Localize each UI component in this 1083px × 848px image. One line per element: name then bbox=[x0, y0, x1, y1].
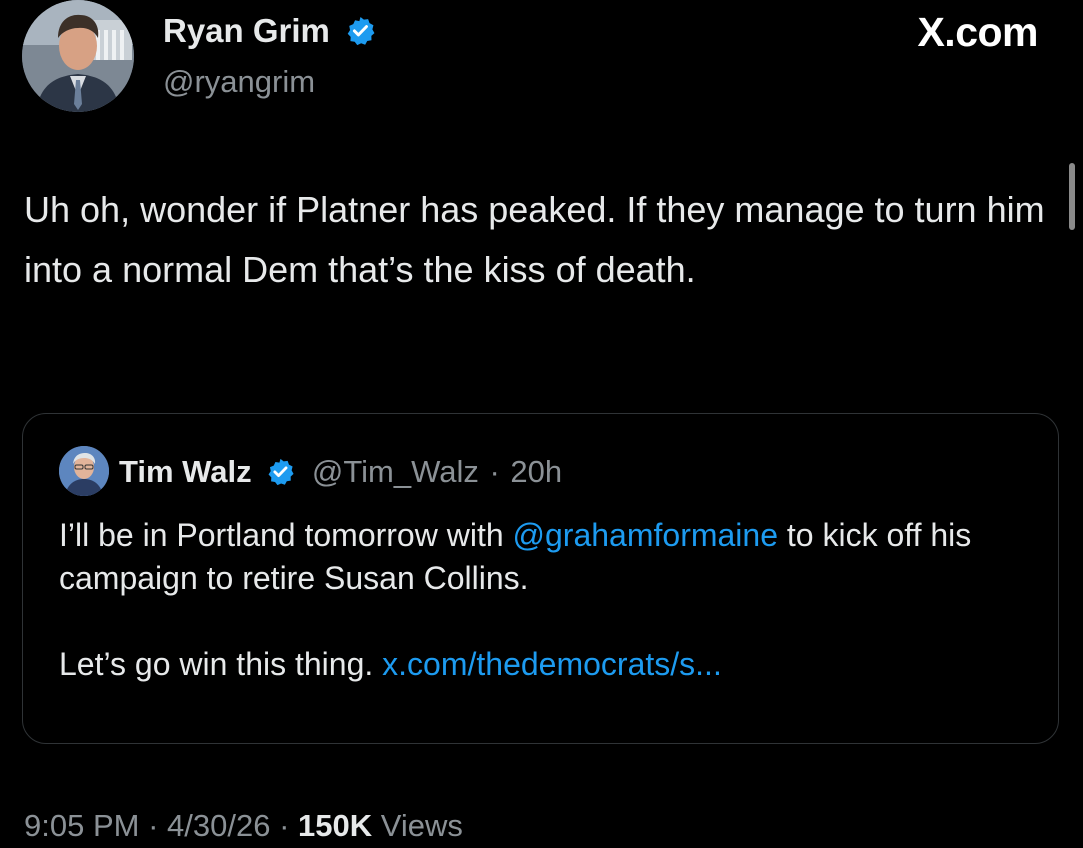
scrollbar-thumb[interactable] bbox=[1069, 163, 1075, 230]
quoted-text-part-3: Let’s go win this thing. bbox=[59, 646, 383, 682]
views-count: 150K bbox=[298, 808, 373, 843]
footer-separator: · bbox=[148, 808, 159, 843]
url-link[interactable]: x.com/thedemocrats/s... bbox=[382, 646, 722, 682]
tweet-footer: 9:05 PM · 4/30/26 · 150K Views bbox=[24, 808, 463, 844]
tweet-time[interactable]: 9:05 PM bbox=[24, 808, 139, 843]
quoted-verified-badge-icon bbox=[266, 457, 295, 494]
quoted-text-part-1: I’ll be in Portland tomorrow with bbox=[59, 517, 513, 553]
mention-link[interactable]: @grahamformaine bbox=[513, 517, 778, 553]
author-name-text[interactable]: Ryan Grim bbox=[163, 12, 330, 49]
quoted-author-photo-icon bbox=[59, 446, 109, 496]
tweet-date[interactable]: 4/30/26 bbox=[167, 808, 270, 843]
quoted-tweet-paragraph-2: Let’s go win this thing. x.com/thedemocr… bbox=[59, 643, 1039, 686]
quoted-tweet-body: I’ll be in Portland tomorrow with @graha… bbox=[59, 514, 1039, 686]
brand-watermark: X.com bbox=[917, 9, 1038, 55]
verified-badge-icon bbox=[345, 15, 376, 54]
quoted-meta-separator: · bbox=[489, 454, 500, 489]
author-photo-icon bbox=[22, 0, 134, 112]
views-label: Views bbox=[380, 808, 463, 843]
quoted-tweet-time[interactable]: 20h bbox=[510, 454, 562, 489]
quoted-tweet-card[interactable]: Tim Walz @Tim_Walz · 20h I’ll be in Port… bbox=[22, 413, 1059, 744]
author-name[interactable]: Ryan Grim bbox=[163, 12, 376, 54]
tweet-header: Ryan Grim @ryangrim X.com bbox=[22, 0, 1062, 120]
footer-separator: · bbox=[279, 808, 290, 843]
tweet-text: Uh oh, wonder if Platner has peaked. If … bbox=[24, 189, 1045, 290]
quoted-author-handle[interactable]: @Tim_Walz bbox=[312, 454, 479, 489]
quoted-author-avatar[interactable] bbox=[59, 446, 109, 496]
quoted-tweet-paragraph-1: I’ll be in Portland tomorrow with @graha… bbox=[59, 514, 1039, 600]
quoted-tweet-header: Tim Walz @Tim_Walz · 20h bbox=[119, 454, 562, 494]
quoted-author-name[interactable]: Tim Walz bbox=[119, 454, 252, 489]
author-avatar[interactable] bbox=[22, 0, 134, 112]
author-handle[interactable]: @ryangrim bbox=[163, 64, 315, 100]
